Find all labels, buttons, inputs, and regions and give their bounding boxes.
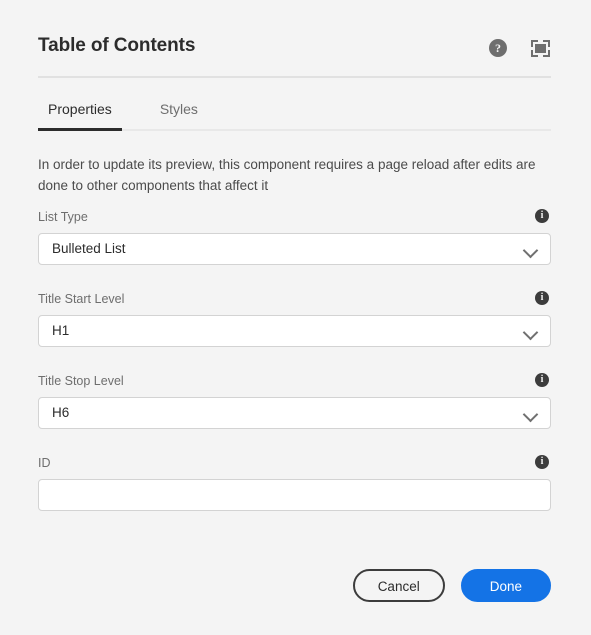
tab-styles[interactable]: Styles — [150, 100, 208, 129]
tab-bar: Properties Styles — [38, 78, 551, 131]
tab-properties[interactable]: Properties — [38, 100, 122, 131]
chevron-down-icon — [522, 324, 539, 341]
info-icon[interactable]: i — [535, 291, 549, 305]
field-label-id: ID — [38, 456, 51, 470]
fullscreen-button[interactable] — [529, 37, 551, 59]
fullscreen-expand-icon — [530, 39, 550, 57]
select-value-list-type: Bulleted List — [52, 241, 126, 256]
field-id: i ID — [38, 455, 551, 511]
header-actions: ? — [487, 34, 551, 59]
field-list-type: i List Type Bulleted List — [38, 209, 551, 265]
table-of-contents-dialog: Table of Contents ? Properties Styles In… — [0, 0, 591, 635]
cancel-button[interactable]: Cancel — [352, 569, 445, 602]
info-icon[interactable]: i — [535, 209, 549, 223]
page-title: Table of Contents — [38, 35, 196, 56]
dialog-body: In order to update its preview, this com… — [0, 131, 591, 569]
info-icon[interactable]: i — [535, 373, 549, 387]
help-circle-icon: ? — [489, 39, 507, 57]
help-button[interactable]: ? — [487, 37, 509, 59]
id-input-wrapper[interactable] — [38, 479, 551, 511]
select-title-start-level[interactable]: H1 — [38, 315, 551, 347]
chevron-down-icon — [522, 242, 539, 259]
select-list-type[interactable]: Bulleted List — [38, 233, 551, 265]
dialog-header: Table of Contents ? — [0, 0, 591, 59]
info-icon[interactable]: i — [535, 455, 549, 469]
select-value-title-start-level: H1 — [52, 323, 70, 338]
field-label-title-start-level: Title Start Level — [38, 292, 125, 306]
field-label-list-type: List Type — [38, 210, 88, 224]
description-text: In order to update its preview, this com… — [38, 157, 536, 193]
dialog-footer: Cancel Done — [0, 569, 591, 635]
chevron-down-icon — [522, 406, 539, 423]
field-title-stop-level: i Title Stop Level H6 — [38, 373, 551, 429]
field-label-title-stop-level: Title Stop Level — [38, 374, 124, 388]
field-title-start-level: i Title Start Level H1 — [38, 291, 551, 347]
select-value-title-stop-level: H6 — [52, 405, 70, 420]
select-title-stop-level[interactable]: H6 — [38, 397, 551, 429]
done-button[interactable]: Done — [460, 569, 551, 602]
